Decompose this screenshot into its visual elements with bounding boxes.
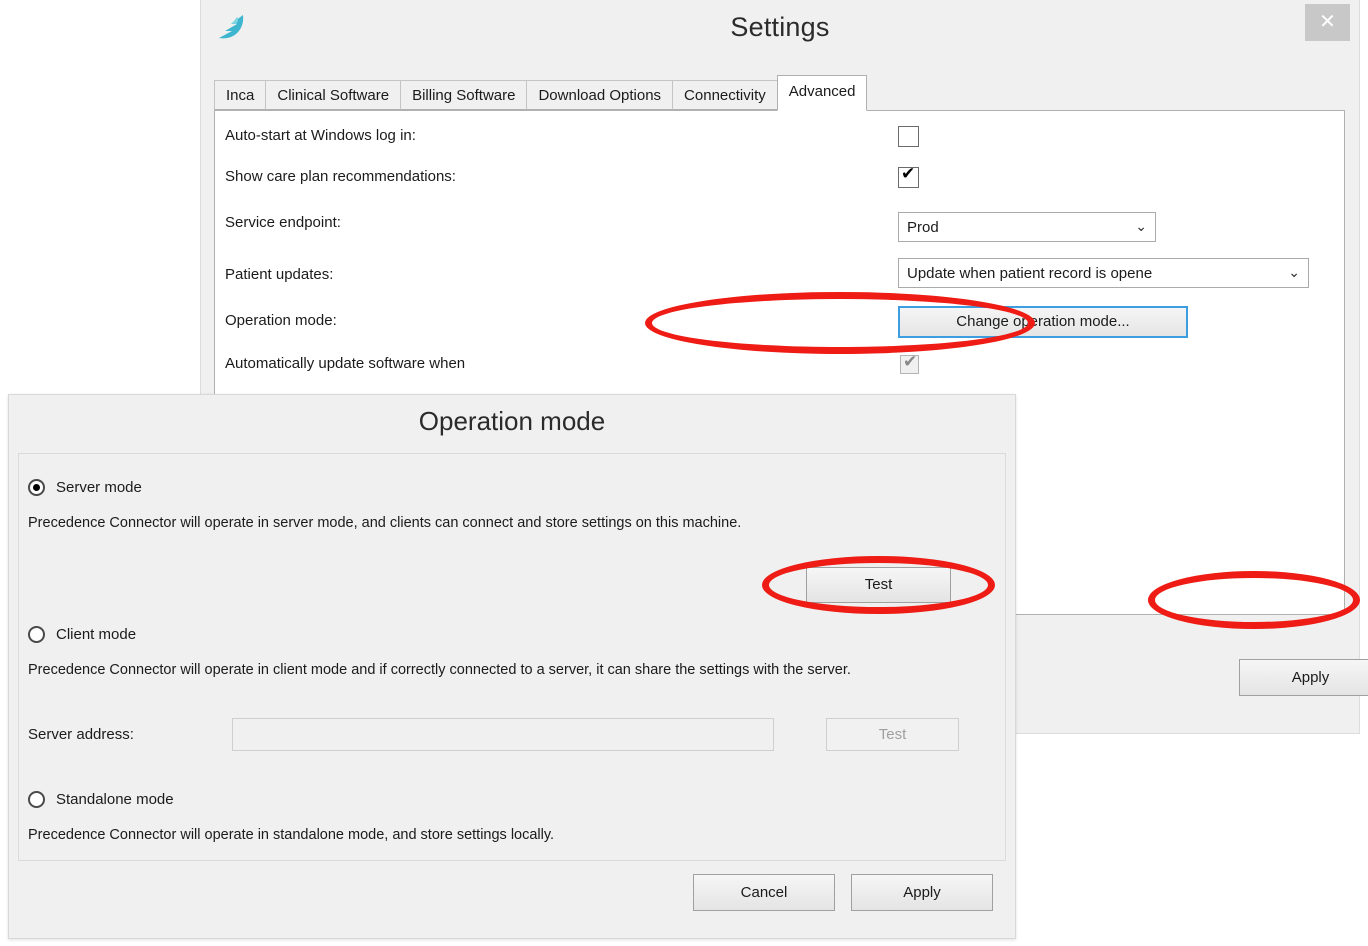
server-address-input[interactable] (232, 718, 774, 751)
tab-inca[interactable]: Inca (214, 80, 267, 110)
checkbox-auto-start[interactable] (898, 126, 919, 147)
description-server-mode: Precedence Connector will operate in ser… (28, 515, 742, 531)
tab-connectivity[interactable]: Connectivity (672, 80, 778, 110)
close-icon[interactable]: ✕ (1305, 4, 1350, 41)
checkbox-auto-update-software (900, 352, 919, 374)
description-client-mode: Precedence Connector will operate in cli… (28, 662, 851, 678)
chevron-down-icon: ⌄ (1288, 265, 1300, 281)
combobox-service-endpoint-value: Prod (907, 219, 939, 236)
operation-mode-content: Server mode Precedence Connector will op… (8, 394, 1016, 939)
radio-label-client-mode: Client mode (56, 626, 137, 643)
description-standalone-mode: Precedence Connector will operate in sta… (28, 827, 555, 843)
radio-label-standalone-mode: Standalone mode (56, 791, 174, 808)
operation-mode-apply-button[interactable]: Apply (851, 874, 993, 911)
label-service-endpoint: Service endpoint: (225, 214, 341, 231)
server-mode-test-button[interactable]: Test (806, 567, 951, 603)
label-auto-start: Auto-start at Windows log in: (225, 127, 416, 144)
chevron-down-icon: ⌄ (1135, 219, 1147, 235)
settings-tabstrip: Inca Clinical Software Billing Software … (214, 75, 868, 111)
combobox-service-endpoint[interactable]: Prod ⌄ (898, 212, 1156, 242)
settings-titlebar: Settings ✕ (201, 0, 1359, 59)
label-server-address: Server address: (28, 726, 134, 743)
client-mode-test-button: Test (826, 718, 959, 751)
tab-clinical-software[interactable]: Clinical Software (265, 80, 402, 110)
label-patient-updates: Patient updates: (225, 266, 334, 283)
label-operation-mode: Operation mode: (225, 312, 337, 329)
change-operation-mode-button[interactable]: Change operation mode... (898, 306, 1188, 338)
radio-client-mode[interactable] (28, 626, 45, 643)
label-show-care-plan: Show care plan recommendations: (225, 168, 456, 185)
tab-download-options[interactable]: Download Options (526, 80, 674, 110)
settings-apply-button[interactable]: Apply (1239, 659, 1368, 696)
checkbox-show-care-plan[interactable] (898, 164, 919, 188)
tab-billing-software[interactable]: Billing Software (400, 80, 528, 110)
tab-advanced[interactable]: Advanced (776, 75, 868, 111)
settings-window-title: Settings (730, 12, 830, 42)
operation-mode-cancel-button[interactable]: Cancel (693, 874, 835, 911)
combobox-patient-updates-value: Update when patient record is opene (907, 265, 1153, 282)
label-auto-update-software: Automatically update software when (225, 355, 466, 372)
radio-standalone-mode[interactable] (28, 791, 45, 808)
radio-server-mode[interactable] (28, 479, 45, 496)
combobox-patient-updates[interactable]: Update when patient record is opene ⌄ (898, 258, 1309, 288)
radio-label-server-mode: Server mode (56, 479, 142, 496)
